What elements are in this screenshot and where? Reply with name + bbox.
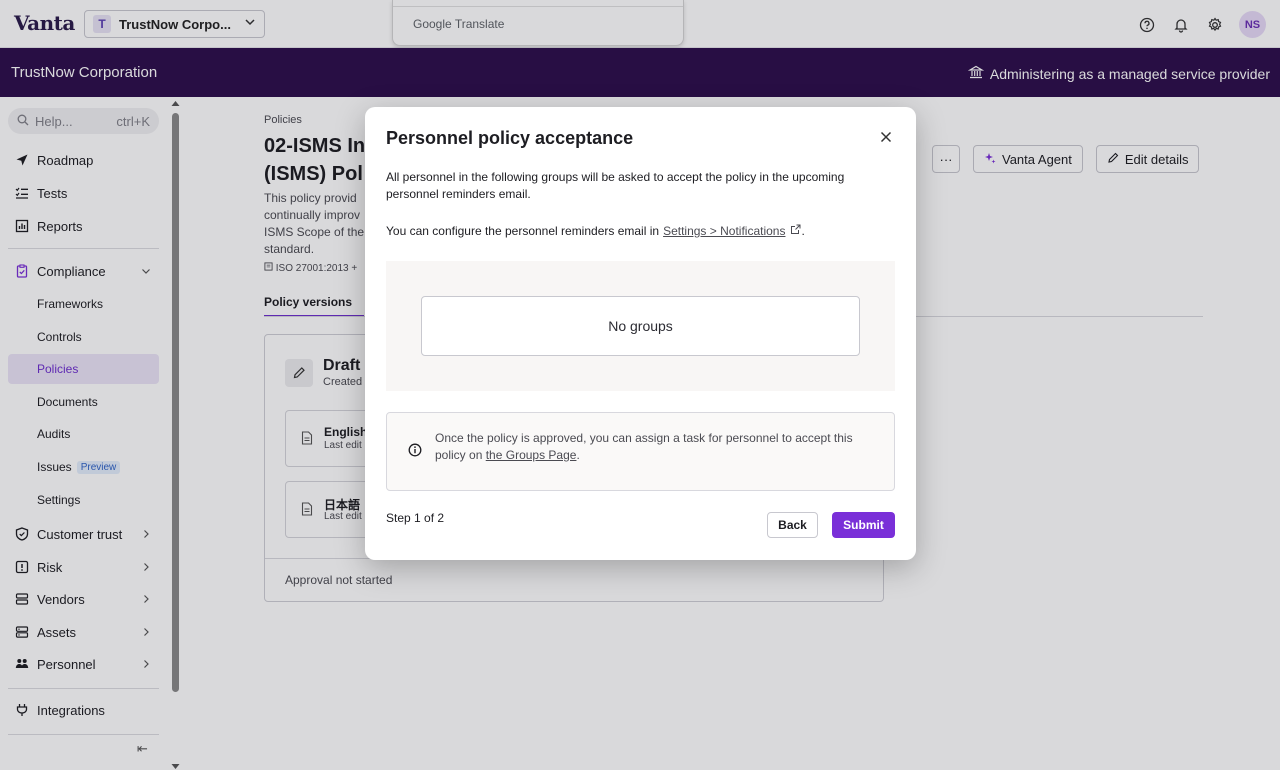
modal-settings-note: You can configure the personnel reminder…: [386, 224, 805, 238]
submit-button[interactable]: Submit: [832, 512, 895, 538]
policy-acceptance-modal: Personnel policy acceptance All personne…: [365, 107, 916, 560]
info-callout: Once the policy is approved, you can ass…: [386, 412, 895, 491]
no-groups-box: No groups: [421, 296, 860, 356]
info-suffix: .: [576, 448, 580, 462]
close-icon[interactable]: [879, 130, 893, 144]
info-callout-text: Once the policy is approved, you can ass…: [435, 430, 885, 464]
modal-description: All personnel in the following groups wi…: [386, 170, 845, 201]
settings-note-suffix: .: [801, 224, 805, 238]
modal-title: Personnel policy acceptance: [386, 128, 634, 148]
back-button[interactable]: Back: [767, 512, 818, 538]
groups-page-link[interactable]: the Groups Page: [486, 448, 577, 462]
info-icon: [408, 443, 422, 462]
external-link-icon[interactable]: [790, 224, 801, 238]
groups-area: No groups: [386, 261, 895, 391]
settings-note-text: You can configure the personnel reminder…: [386, 224, 660, 238]
step-indicator: Step 1 of 2: [386, 511, 445, 525]
modal-backdrop-top: [0, 0, 1280, 48]
settings-notifications-link[interactable]: Settings > Notifications: [663, 224, 785, 238]
